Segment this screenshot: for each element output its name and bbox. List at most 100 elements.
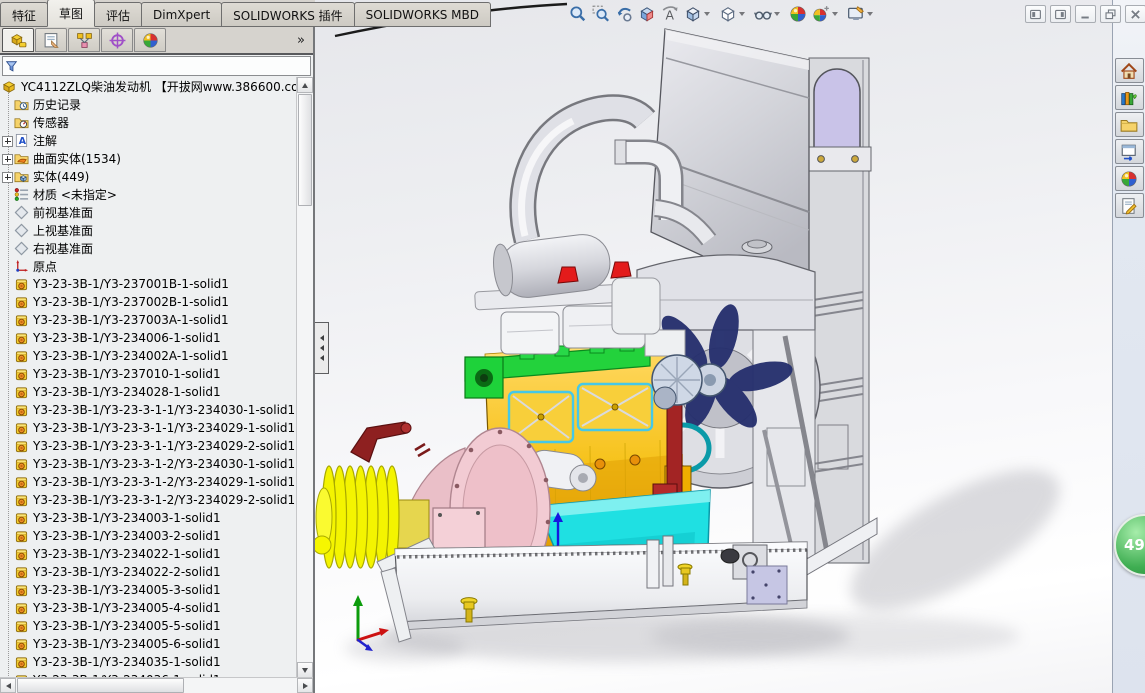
view-tool-button[interactable] bbox=[811, 4, 843, 24]
tree-item[interactable]: Y3-23-3B-1/Y3-234005-3-solid1 bbox=[0, 581, 297, 599]
tree-item[interactable]: 曲面实体(1534) bbox=[0, 149, 297, 167]
scroll-up-button[interactable] bbox=[297, 77, 313, 93]
panel-tab[interactable] bbox=[134, 28, 166, 52]
window-control-button[interactable] bbox=[1100, 5, 1121, 23]
tree-item[interactable]: 原点 bbox=[0, 257, 297, 275]
view-tool-button[interactable] bbox=[591, 4, 611, 24]
view-tool-button[interactable] bbox=[614, 4, 634, 24]
tree-item[interactable]: Y3-23-3B-1/Y3-23-3-1-2/Y3-234030-1-solid… bbox=[0, 455, 297, 473]
task-pane-button[interactable] bbox=[1115, 58, 1144, 83]
tree-item[interactable]: 右视基准面 bbox=[0, 239, 297, 257]
tree-item[interactable]: Y3-23-3B-1/Y3-23-3-1-1/Y3-234029-2-solid… bbox=[0, 437, 297, 455]
tree-horizontal-scrollbar[interactable] bbox=[0, 677, 313, 693]
tree-item[interactable]: YC4112ZLQ柴油发动机 【开拔网www.386600.com】 bbox=[0, 77, 297, 95]
panel-tab[interactable] bbox=[68, 28, 100, 52]
panel-overflow-button[interactable]: » bbox=[297, 33, 303, 48]
command-tab[interactable]: 草图 bbox=[47, 0, 95, 27]
tree-item[interactable]: Y3-23-3B-1/Y3-234005-4-solid1 bbox=[0, 599, 297, 617]
tree-item-icon bbox=[14, 637, 29, 652]
tree-item[interactable]: Y3-23-3B-1/Y3-234003-2-solid1 bbox=[0, 527, 297, 545]
window-control-button[interactable] bbox=[1125, 5, 1145, 23]
tree-item[interactable]: Y3-23-3B-1/Y3-234005-6-solid1 bbox=[0, 635, 297, 653]
tree-item-icon bbox=[14, 421, 29, 436]
expand-plus-icon[interactable] bbox=[2, 172, 13, 183]
panel-tab[interactable] bbox=[35, 28, 67, 52]
panel-tab-icon bbox=[76, 32, 93, 49]
tree-item[interactable]: 材质 <未指定> bbox=[0, 185, 297, 203]
tree-item-label: Y3-23-3B-1/Y3-23-3-1-1/Y3-234029-2-solid… bbox=[33, 439, 295, 453]
view-tool-button[interactable] bbox=[846, 4, 878, 24]
view-tool-button[interactable] bbox=[568, 4, 588, 24]
tree-item[interactable]: 历史记录 bbox=[0, 95, 297, 113]
panel-splitter-tab[interactable] bbox=[315, 322, 329, 374]
window-control-button[interactable] bbox=[1075, 5, 1096, 23]
tree-item[interactable]: 前视基准面 bbox=[0, 203, 297, 221]
view-tool-icon bbox=[684, 5, 702, 23]
tree-item[interactable]: 实体(449) bbox=[0, 167, 297, 185]
tree-item[interactable]: Y3-23-3B-1/Y3-234022-2-solid1 bbox=[0, 563, 297, 581]
command-tab[interactable]: 特征 bbox=[0, 2, 48, 27]
tree-item[interactable]: Y3-23-3B-1/Y3-237001B-1-solid1 bbox=[0, 275, 297, 293]
tree-item[interactable]: Y3-23-3B-1/Y3-234035-1-solid1 bbox=[0, 653, 297, 671]
window-control-button[interactable] bbox=[1025, 5, 1046, 23]
tree-item[interactable]: Y3-23-3B-1/Y3-237003A-1-solid1 bbox=[0, 311, 297, 329]
command-tab[interactable]: DimXpert bbox=[141, 2, 222, 27]
task-pane-button[interactable] bbox=[1115, 193, 1144, 218]
panel-tab[interactable] bbox=[101, 28, 133, 52]
dropdown-arrow-icon[interactable] bbox=[704, 12, 710, 16]
tree-item[interactable]: Y3-23-3B-1/Y3-237002B-1-solid1 bbox=[0, 293, 297, 311]
tree-item[interactable]: Y3-23-3B-1/Y3-23-3-1-2/Y3-234029-1-solid… bbox=[0, 473, 297, 491]
dropdown-arrow-icon[interactable] bbox=[832, 12, 838, 16]
floating-badge[interactable]: 49 bbox=[1114, 514, 1145, 576]
window-control-button[interactable] bbox=[1050, 5, 1071, 23]
view-tool-icon bbox=[719, 5, 737, 23]
scroll-down-button[interactable] bbox=[297, 662, 313, 678]
tree-item-label: 历史记录 bbox=[33, 96, 81, 113]
tree-item[interactable]: Y3-23-3B-1/Y3-234005-5-solid1 bbox=[0, 617, 297, 635]
tree-vertical-scrollbar[interactable] bbox=[296, 77, 313, 678]
graphics-viewport[interactable] bbox=[315, 0, 1113, 693]
tree-item[interactable]: Y3-23-3B-1/Y3-234028-1-solid1 bbox=[0, 383, 297, 401]
tree-item[interactable]: Y3-23-3B-1/Y3-234022-1-solid1 bbox=[0, 545, 297, 563]
task-pane-button[interactable] bbox=[1115, 112, 1144, 137]
view-tool-button[interactable] bbox=[637, 4, 657, 24]
tree-item[interactable]: Y3-23-3B-1/Y3-23-3-1-1/Y3-234029-1-solid… bbox=[0, 419, 297, 437]
dropdown-arrow-icon[interactable] bbox=[739, 12, 745, 16]
dropdown-arrow-icon[interactable] bbox=[867, 12, 873, 16]
command-tab[interactable]: SOLIDWORKS MBD bbox=[354, 2, 491, 27]
tree-item-label: Y3-23-3B-1/Y3-23-3-1-1/Y3-234029-1-solid… bbox=[33, 421, 295, 435]
scroll-left-button[interactable] bbox=[0, 678, 16, 693]
expand-plus-icon[interactable] bbox=[2, 136, 13, 147]
vertical-scroll-thumb[interactable] bbox=[298, 94, 312, 206]
view-tool-button[interactable] bbox=[718, 4, 750, 24]
command-tab[interactable]: 评估 bbox=[94, 2, 142, 27]
panel-tab-icon bbox=[10, 32, 27, 49]
tree-item[interactable]: 注解 bbox=[0, 131, 297, 149]
tree-item[interactable]: Y3-23-3B-1/Y3-237010-1-solid1 bbox=[0, 365, 297, 383]
view-tool-button[interactable] bbox=[788, 4, 808, 24]
view-tool-button[interactable] bbox=[753, 4, 785, 24]
command-tab[interactable]: SOLIDWORKS 插件 bbox=[221, 2, 354, 27]
scroll-right-button[interactable] bbox=[297, 678, 313, 693]
view-tool-button[interactable] bbox=[660, 4, 680, 24]
tree-item[interactable]: 上视基准面 bbox=[0, 221, 297, 239]
tree-item[interactable]: Y3-23-3B-1/Y3-23-3-1-1/Y3-234030-1-solid… bbox=[0, 401, 297, 419]
tree-item[interactable]: Y3-23-3B-1/Y3-234003-1-solid1 bbox=[0, 509, 297, 527]
tree-item-icon bbox=[14, 655, 29, 670]
panel-tab[interactable] bbox=[2, 28, 34, 52]
horizontal-scroll-thumb[interactable] bbox=[17, 678, 184, 693]
task-pane-button[interactable] bbox=[1115, 166, 1144, 191]
task-pane-button[interactable] bbox=[1115, 139, 1144, 164]
window-control-icon bbox=[1054, 8, 1067, 21]
tree-item[interactable]: Y3-23-3B-1/Y3-234006-1-solid1 bbox=[0, 329, 297, 347]
tree-item[interactable]: Y3-23-3B-1/Y3-234002A-1-solid1 bbox=[0, 347, 297, 365]
tree-item[interactable]: Y3-23-3B-1/Y3-23-3-1-2/Y3-234029-2-solid… bbox=[0, 491, 297, 509]
tree-item-icon bbox=[14, 97, 29, 112]
task-pane-button[interactable] bbox=[1115, 85, 1144, 110]
engine-3d-model[interactable] bbox=[315, 0, 1113, 693]
view-tool-button[interactable] bbox=[683, 4, 715, 24]
expand-plus-icon[interactable] bbox=[2, 154, 13, 165]
tree-item[interactable]: 传感器 bbox=[0, 113, 297, 131]
dropdown-arrow-icon[interactable] bbox=[774, 12, 780, 16]
tree-filter-field[interactable] bbox=[2, 56, 311, 76]
